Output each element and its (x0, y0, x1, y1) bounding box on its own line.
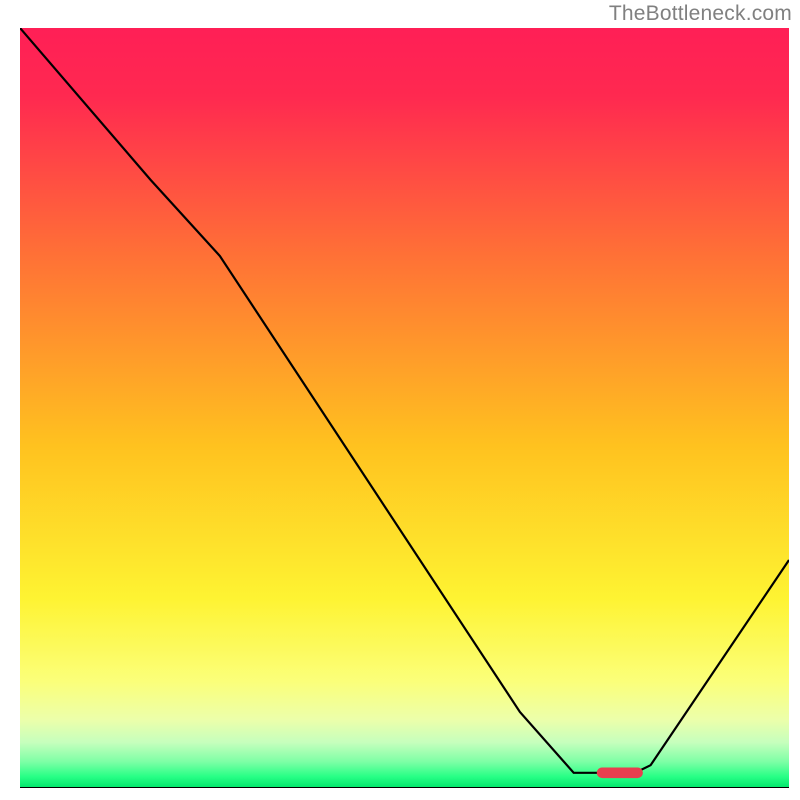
watermark-text: TheBottleneck.com (609, 2, 792, 26)
chart-background-gradient (20, 28, 789, 788)
chart-svg (20, 28, 789, 788)
optimal-marker (597, 768, 643, 779)
chart-plot-area (20, 28, 789, 788)
chart-stage: TheBottleneck.com (0, 0, 800, 800)
